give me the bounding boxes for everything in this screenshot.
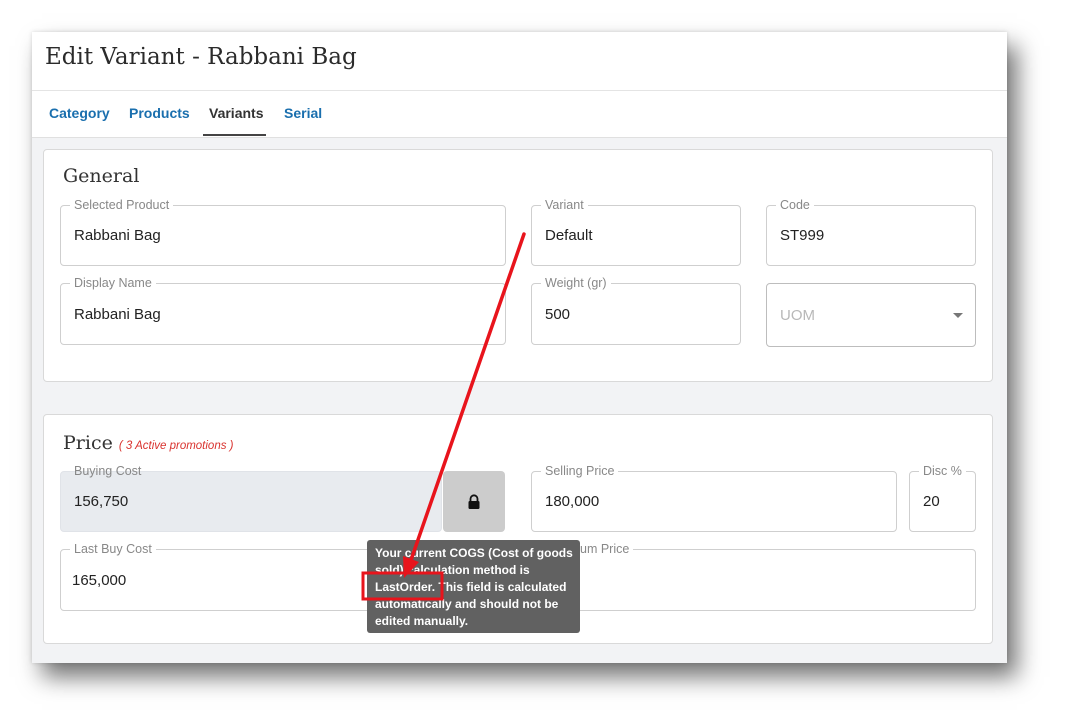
display-name-value: Rabbani Bag [74, 305, 161, 323]
tooltip-line-3: LastOrder. This field is calculated [375, 579, 580, 596]
tab-category[interactable]: Category [49, 91, 110, 135]
buying-cost-field: Buying Cost 156,750 [60, 464, 442, 532]
lock-icon [468, 493, 480, 509]
selling-price-value: 180,000 [545, 493, 600, 510]
tab-serial[interactable]: Serial [284, 91, 322, 135]
active-promotions-link[interactable]: ( 3 Active promotions ) [119, 440, 234, 452]
display-name-field[interactable]: Display Name Rabbani Bag [60, 275, 506, 345]
weight-field[interactable]: Weight (gr) 500 [531, 275, 741, 345]
minimum-price-field[interactable]: um Price [531, 541, 976, 611]
price-title-row: Price ( 3 Active promotions ) [63, 432, 234, 454]
active-tab-indicator [203, 134, 266, 136]
tooltip-line-4: automatically and should not be [375, 597, 559, 611]
tab-bar: Category Products Variants Serial [32, 91, 1007, 138]
buying-cost-value: 156,750 [74, 493, 129, 510]
selling-price-field[interactable]: Selling Price 180,000 [531, 463, 897, 532]
tooltip-method: LastOrder. [375, 580, 436, 594]
code-value: ST999 [780, 227, 825, 244]
edit-variant-window: Edit Variant - Rabbani Bag Category Prod… [32, 32, 1007, 663]
disc-percent-value: 20 [923, 493, 940, 510]
selected-product-value: Rabbani Bag [74, 227, 161, 244]
tooltip-line-3-rest: This field is calculated [435, 580, 567, 594]
variant-value: Default [545, 227, 593, 244]
cogs-tooltip: Your current COGS (Cost of goods sold) c… [367, 540, 580, 633]
minimum-price-label: um Price [576, 541, 634, 557]
last-buy-cost-value: 165,000 [72, 571, 127, 589]
lock-button[interactable] [443, 471, 505, 532]
tooltip-line-5: edited manually. [375, 614, 469, 628]
selected-product-field[interactable]: Selected Product Rabbani Bag [60, 197, 506, 266]
price-title: Price [63, 432, 113, 454]
general-title: General [63, 165, 140, 187]
page-title: Edit Variant - Rabbani Bag [45, 44, 357, 70]
chevron-down-icon [953, 313, 963, 318]
uom-select[interactable]: UOM [766, 283, 976, 347]
disc-percent-field[interactable]: Disc % 20 [909, 463, 976, 532]
tooltip-line-2: sold) calculation method is [375, 563, 530, 577]
tab-products[interactable]: Products [129, 91, 190, 135]
variant-field[interactable]: Variant Default [531, 197, 741, 266]
weight-value: 500 [545, 305, 571, 323]
tab-variants[interactable]: Variants [209, 91, 263, 135]
uom-placeholder: UOM [780, 306, 815, 324]
code-field[interactable]: Code ST999 [766, 197, 976, 266]
tooltip-line-1: Your current COGS (Cost of goods [375, 546, 573, 560]
general-card: General Selected Product Rabbani Bag Var… [43, 149, 993, 382]
